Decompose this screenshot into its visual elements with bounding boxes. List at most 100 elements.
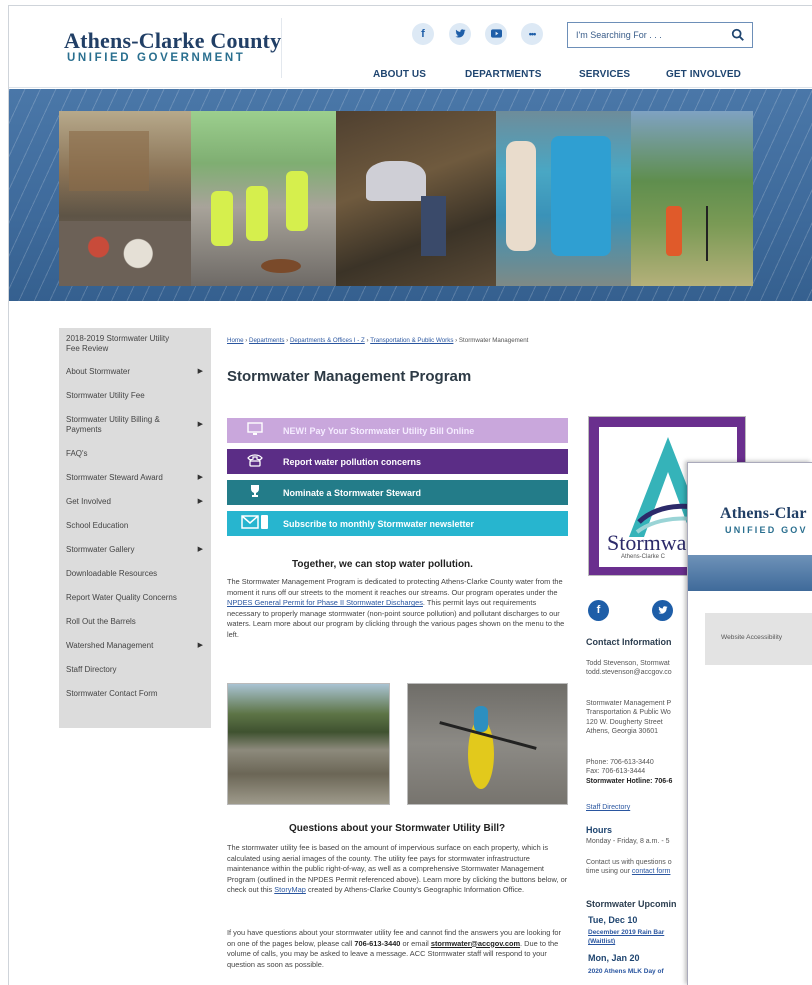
staff-directory-link[interactable]: Staff Directory [586,803,630,812]
popup-logo-title[interactable]: Athens-Clar [720,505,807,523]
facebook-icon[interactable]: f [412,23,434,45]
sidebar-item-label: About Stormwater [66,367,131,376]
storymap-link[interactable]: StoryMap [274,885,306,894]
header-divider [281,18,282,78]
email-link[interactable]: stormwater@accgov.com [431,939,520,948]
chevron-right-icon[interactable]: ▶ [198,473,203,483]
sidebar-item[interactable]: Stormwater Contact Form [59,682,211,706]
sidebar-item[interactable]: Stormwater Utility Fee [59,384,211,408]
screenshot: Athens-Clarke County UNIFIED GOVERNMENT … [0,0,812,985]
breadcrumb-offices[interactable]: Departments & Offices I - Z [290,337,365,344]
nominate-steward-button[interactable]: Nominate a Stormwater Steward [227,480,568,505]
photo-field-survey [631,111,753,286]
popup-sidebar: Website Accessibility [705,613,812,665]
chevron-right-icon[interactable]: ▶ [198,420,203,430]
hero-banner [9,89,812,301]
sidebar-item[interactable]: Staff Directory [59,658,211,682]
nav-departments[interactable]: DEPARTMENTS [465,69,541,80]
upcoming-heading: Stormwater Upcomin [586,899,677,909]
contact-phones: Phone: 706-613-3440 Fax: 706-613-3444 St… [586,759,673,785]
breadcrumb-transportation[interactable]: Transportation & Public Works [370,337,453,344]
youtube-icon[interactable] [485,23,507,45]
twitter-icon[interactable] [652,600,673,621]
logo-word: Stormwa [607,530,687,555]
contact-paragraph: If you have questions about your stormwa… [227,928,562,969]
logo-title[interactable]: Athens-Clarke County [64,28,281,54]
river-photo [227,683,390,805]
event-waitlist-link[interactable]: (Waitlist) [588,937,615,946]
together-heading: Together, we can stop water pollution. [292,559,473,570]
chevron-right-icon[interactable]: ▶ [198,545,203,555]
contact-address: Stormwater Management P Transportation &… [586,700,672,736]
sidebar-item-label: Watershed Management [66,641,154,650]
sidebar-item-label: Stormwater Utility Fee [66,391,145,400]
contact-heading: Contact Information [586,637,672,647]
popup-logo-subtitle[interactable]: UNIFIED GOV [725,525,808,535]
breadcrumb-home[interactable]: Home [227,337,244,344]
sidebar-item[interactable]: Get Involved ▶ [59,490,211,514]
sidebar-item-label: Staff Directory [66,665,117,674]
website-accessibility-link[interactable]: Website Accessibility [721,634,782,641]
popup-banner [688,555,812,591]
sidebar-item[interactable]: Watershed Management ▶ [59,634,211,658]
sidebar-item[interactable]: Roll Out the Barrels [59,610,211,634]
nav-services[interactable]: SERVICES [579,69,630,80]
photo-collage [59,111,753,286]
subscribe-newsletter-button[interactable]: Subscribe to monthly Stormwater newslett… [227,511,568,536]
site-header: Athens-Clarke County UNIFIED GOVERNMENT … [9,6,812,88]
fee-paragraph: The stormwater utility fee is based on t… [227,843,568,895]
sidebar-item[interactable]: About Stormwater ▶ [59,360,211,384]
intro-paragraph: The Stormwater Management Program is ded… [227,577,565,639]
chevron-right-icon[interactable]: ▶ [198,497,203,507]
breadcrumb-departments[interactable]: Departments [249,337,284,344]
more-icon[interactable]: ••• [521,23,543,45]
nav-get-involved[interactable]: GET INVOLVED [666,69,741,80]
logo-subtitle[interactable]: UNIFIED GOVERNMENT [67,52,245,64]
sidebar-item[interactable]: School Education [59,514,211,538]
sidebar-item[interactable]: 2018-2019 Stormwater Utility Fee Review [59,328,211,360]
logo-sub: Athens-Clarke C [621,554,666,560]
sidebar-item[interactable]: Stormwater Gallery ▶ [59,538,211,562]
sidebar-item[interactable]: Report Water Quality Concerns [59,586,211,610]
contact-us-text: Contact us with questions o time using o… [586,859,672,876]
sidebar-item-label: Stormwater Contact Form [66,689,158,698]
sidebar-item-label: Stormwater Steward Award [66,473,163,482]
facebook-icon[interactable]: f [588,600,609,621]
npdes-permit-link[interactable]: NPDES General Permit for Phase II Stormw… [227,598,423,607]
breadcrumb: Home › Departments › Departments & Offic… [227,337,529,344]
sidebar-item-label: FAQ's [66,449,88,458]
search-input[interactable]: I'm Searching For . . . [576,30,662,40]
pay-bill-label: NEW! Pay Your Stormwater Utility Bill On… [283,425,475,436]
event-link-1[interactable]: December 2019 Rain Bar [588,928,664,937]
sidebar-item-label: Roll Out the Barrels [66,617,136,626]
sidebar-item-label: Downloadable Resources [66,569,158,578]
event-link-2[interactable]: 2020 Athens MLK Day of [588,967,664,976]
pay-bill-button[interactable]: NEW! Pay Your Stormwater Utility Bill On… [227,418,568,443]
hours-text: Monday - Friday, 8 a.m. - 5 [586,838,670,845]
telephone-icon [227,453,283,470]
photo-stream-sampling [336,111,496,286]
hours-heading: Hours [586,825,613,835]
nav-about-us[interactable]: ABOUT US [373,69,426,80]
sidebar-item-label: Stormwater Utility Billing & Payments [66,415,160,434]
search-box[interactable]: I'm Searching For . . . [567,22,753,48]
twitter-icon[interactable] [449,23,471,45]
report-pollution-label: Report water pollution concerns [283,456,422,467]
sidebar-item[interactable]: Downloadable Resources [59,562,211,586]
chevron-right-icon[interactable]: ▶ [198,641,203,651]
phone-number: 706-613-3440 [354,938,401,948]
sidebar-item[interactable]: FAQ's [59,442,211,466]
search-icon[interactable] [731,28,745,42]
sidebar-item[interactable]: Stormwater Steward Award ▶ [59,466,211,490]
contact-form-link[interactable]: contact form [632,868,671,875]
kayak-photo [407,683,568,805]
sidebar-item-label: Get Involved [66,497,111,506]
photo-rain-barrel [496,111,631,286]
chevron-right-icon[interactable]: ▶ [198,367,203,377]
event-date-1: Tue, Dec 10 [588,915,638,925]
sidebar-item-label: Report Water Quality Concerns [66,593,177,602]
sidebar-item[interactable]: Stormwater Utility Billing & Payments ▶ [59,408,211,442]
nominate-steward-label: Nominate a Stormwater Steward [283,487,422,498]
sidebar-item-label: Stormwater Gallery [66,545,135,554]
report-pollution-button[interactable]: Report water pollution concerns [227,449,568,474]
